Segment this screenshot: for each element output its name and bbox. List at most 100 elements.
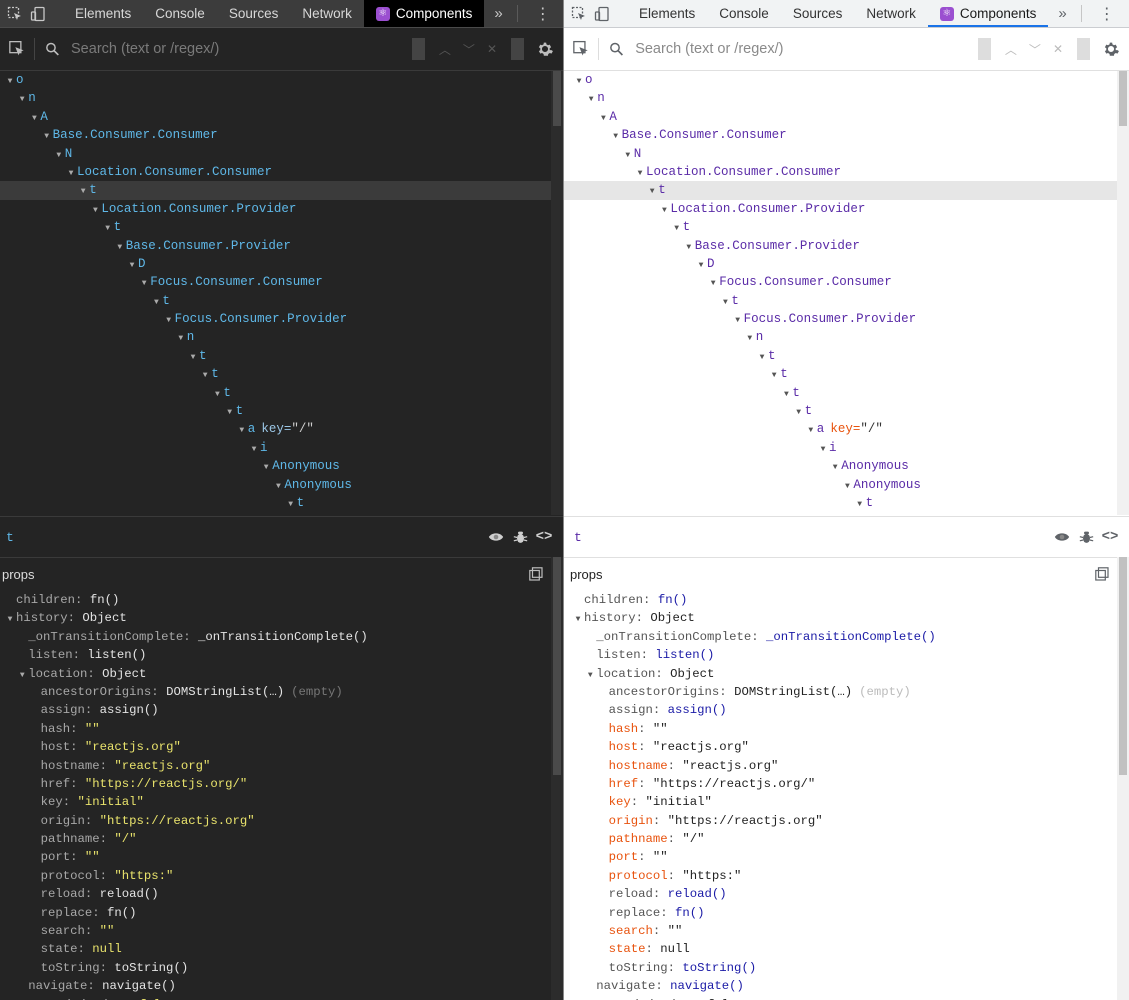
component-name[interactable]: t — [866, 496, 874, 510]
tree-row[interactable]: ▼ t — [0, 181, 563, 200]
prop-row[interactable]: reload: reload() — [564, 885, 1129, 903]
search-input[interactable] — [69, 40, 404, 58]
props-scrollbar[interactable] — [1117, 557, 1129, 1000]
expand-arrow-icon[interactable]: ▼ — [854, 496, 866, 514]
prop-value[interactable]: Object — [670, 667, 714, 681]
more-tabs-button[interactable]: » — [1052, 5, 1072, 22]
props-scrollbar-thumb[interactable] — [553, 557, 561, 775]
tree-row[interactable]: ▼ i — [564, 439, 1129, 457]
prop-row[interactable]: reload: reload() — [0, 885, 563, 903]
prop-row[interactable]: origin: "https://reactjs.org" — [564, 812, 1129, 830]
expand-arrow-icon[interactable]: ▼ — [4, 611, 16, 629]
tab-sources[interactable]: Sources — [781, 0, 855, 27]
prop-row[interactable]: listen: listen() — [564, 646, 1129, 664]
tab-console[interactable]: Console — [707, 0, 781, 27]
chevron-up-icon[interactable]: ︿ — [999, 41, 1023, 58]
prop-row[interactable]: replace: fn() — [564, 904, 1129, 922]
prop-value[interactable]: "https://reactjs.org/" — [653, 777, 815, 791]
prop-value[interactable]: "https:" — [682, 869, 741, 883]
tree-row[interactable]: ▼ A — [0, 108, 563, 126]
component-name[interactable]: i — [829, 441, 837, 455]
prop-row[interactable]: assign: assign() — [0, 701, 563, 719]
component-name[interactable]: t — [223, 386, 231, 400]
prop-row[interactable]: ▼ location: Object — [0, 665, 563, 683]
tree-scrollbar-thumb[interactable] — [553, 71, 561, 126]
component-name[interactable]: t — [162, 294, 170, 308]
prop-row[interactable]: host: "reactjs.org" — [564, 738, 1129, 756]
more-tabs-button[interactable]: » — [488, 5, 508, 22]
tree-row[interactable]: ▼ t — [564, 218, 1129, 236]
prop-row[interactable]: href: "https://reactjs.org/" — [0, 775, 563, 793]
prop-value[interactable]: "reactjs.org" — [85, 740, 181, 754]
component-name[interactable]: Anonymous — [841, 459, 909, 473]
component-name[interactable]: t — [211, 367, 219, 381]
component-name[interactable]: D — [138, 257, 146, 271]
component-name[interactable]: Location.Consumer.Consumer — [646, 165, 841, 179]
component-name[interactable]: t — [792, 386, 800, 400]
component-name[interactable]: t — [89, 183, 97, 197]
prop-row[interactable]: key: "initial" — [0, 793, 563, 811]
prop-value[interactable]: "/" — [114, 832, 136, 846]
tree-row[interactable]: ▼ t — [0, 347, 563, 365]
prop-value[interactable]: "" — [100, 924, 115, 938]
select-element-icon[interactable] — [8, 39, 26, 59]
tree-row[interactable]: ▼ t — [0, 402, 563, 420]
code-icon[interactable]: <> — [535, 528, 553, 546]
prop-value[interactable]: "" — [668, 924, 683, 938]
tree-row[interactable]: ▼ t — [564, 181, 1129, 200]
component-name[interactable]: Base.Consumer.Consumer — [53, 128, 218, 142]
tree-row[interactable]: ▼ t — [0, 218, 563, 236]
tab-components[interactable]: ⚛ Components — [363, 0, 485, 27]
tree-row[interactable]: ▼ Focus.Consumer.Consumer — [0, 273, 563, 291]
prop-value[interactable]: reload() — [668, 887, 727, 901]
tree-row[interactable]: ▼ Base.Consumer.Consumer — [564, 126, 1129, 144]
tree-row[interactable]: ▼ Base.Consumer.Provider — [564, 237, 1129, 255]
prop-value[interactable]: fn() — [658, 593, 688, 607]
prop-row[interactable]: navigate: navigate() — [564, 977, 1129, 995]
component-name[interactable]: o — [16, 73, 24, 87]
prop-value[interactable]: Object — [650, 611, 694, 625]
prop-value[interactable]: assign() — [668, 703, 727, 717]
prop-row[interactable]: hostname: "reactjs.org" — [564, 757, 1129, 775]
tab-network[interactable]: Network — [290, 0, 364, 27]
prop-value[interactable]: "https://reactjs.org" — [100, 814, 255, 828]
tree-row[interactable]: ▼ Location.Consumer.Consumer — [564, 163, 1129, 181]
prop-value[interactable]: "reactjs.org" — [114, 759, 210, 773]
eye-icon[interactable] — [487, 528, 505, 546]
prop-row[interactable]: key: "initial" — [564, 793, 1129, 811]
prop-row[interactable]: toString: toString() — [0, 959, 563, 977]
component-name[interactable]: Focus.Consumer.Consumer — [150, 275, 323, 289]
tab-console[interactable]: Console — [143, 0, 217, 27]
prop-value[interactable]: listen() — [655, 648, 714, 662]
component-name[interactable]: D — [707, 257, 715, 271]
copy-icon[interactable] — [529, 567, 543, 581]
component-name[interactable]: A — [609, 110, 617, 124]
tree-row[interactable]: ▼ t — [564, 494, 1129, 512]
prop-value[interactable]: navigate() — [670, 979, 744, 993]
tree-row[interactable]: ▼ Base.Consumer.Consumer — [0, 126, 563, 144]
tree-row[interactable]: ▼ t — [564, 384, 1129, 402]
bug-icon[interactable] — [511, 528, 529, 546]
prop-row[interactable]: state: null — [0, 940, 563, 958]
prop-row[interactable]: _onTransitionComplete: _onTransitionComp… — [564, 628, 1129, 646]
prop-row[interactable]: hash: "" — [564, 720, 1129, 738]
component-name[interactable]: Location.Consumer.Provider — [101, 202, 296, 216]
expand-arrow-icon[interactable]: ▼ — [16, 667, 28, 685]
component-name[interactable]: Anonymous — [272, 459, 340, 473]
gear-icon[interactable] — [1102, 40, 1120, 58]
prop-value[interactable]: null — [660, 942, 690, 956]
tree-row[interactable]: ▼ Focus.Consumer.Consumer — [564, 273, 1129, 291]
tree-row[interactable]: ▼ n — [0, 89, 563, 107]
component-name[interactable]: Anonymous — [284, 478, 352, 492]
tab-sources[interactable]: Sources — [217, 0, 291, 27]
prop-value[interactable]: "initial" — [78, 795, 144, 809]
prop-value[interactable]: "https://reactjs.org/" — [85, 777, 247, 791]
component-name[interactable]: n — [187, 330, 195, 344]
prop-row[interactable]: children: fn() — [0, 591, 563, 609]
prop-row[interactable]: transitioning: false — [0, 996, 563, 1000]
prop-value[interactable]: "/" — [682, 832, 704, 846]
prop-value[interactable]: toString() — [114, 961, 188, 975]
prop-row[interactable]: replace: fn() — [0, 904, 563, 922]
component-name[interactable]: a — [817, 422, 825, 436]
clear-icon[interactable]: ✕ — [1047, 42, 1069, 56]
